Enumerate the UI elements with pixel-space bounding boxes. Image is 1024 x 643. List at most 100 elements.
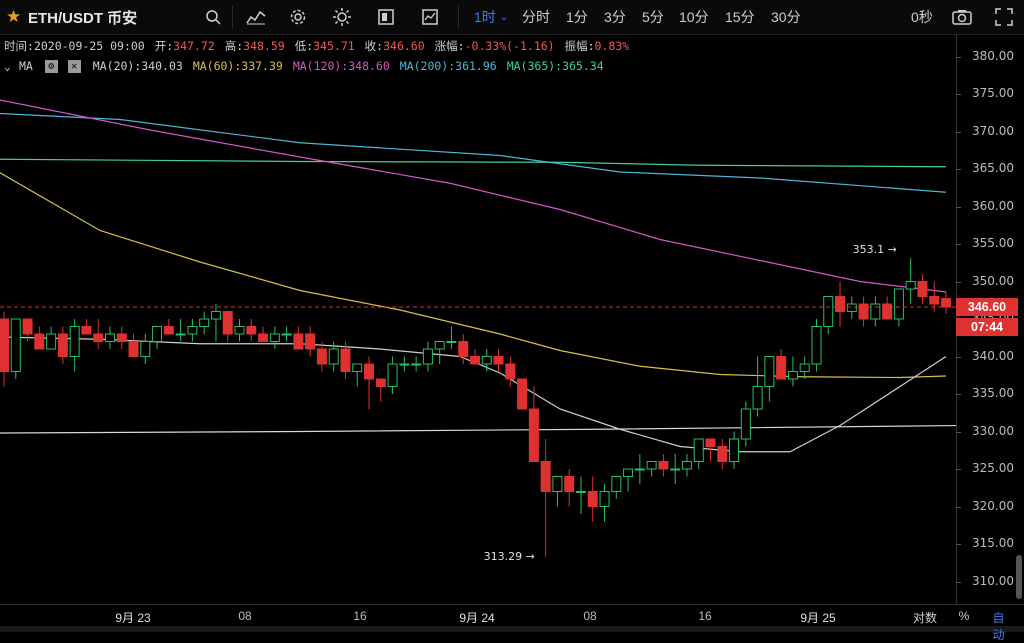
candle-body: [681, 461, 692, 470]
candle-body: [364, 363, 375, 380]
price-axis-tick: 325.00: [972, 461, 1014, 475]
candle-body: [670, 468, 681, 471]
candle-body: [846, 303, 857, 312]
time-axis-tick: 16: [353, 609, 367, 623]
candle-body: [882, 303, 893, 320]
candle-body: [434, 341, 445, 350]
candle-body: [646, 461, 657, 470]
log-scale-toggle[interactable]: 对数: [913, 609, 937, 626]
candle-body: [634, 468, 645, 471]
candle-body: [352, 363, 363, 372]
candle-body: [128, 341, 139, 357]
candle-countdown-tag: 07:44: [956, 318, 1018, 336]
search-icon[interactable]: [205, 0, 221, 34]
interval-3m[interactable]: 3分: [604, 0, 626, 34]
candle-body: [258, 333, 269, 342]
interval-15m[interactable]: 15分: [725, 0, 755, 34]
candle-body: [481, 356, 492, 365]
price-axis-tick: 340.00: [972, 348, 1014, 363]
chart-toolbar: ★ ETH/USDT 币安 1时 ⌄ 分时 1分 3分 5分 10分 15分 30…: [0, 0, 1024, 35]
candle-body: [34, 333, 45, 350]
candle-body: [658, 461, 669, 470]
candle-body: [823, 296, 834, 327]
price-axis-tick: 350.00: [972, 273, 1014, 288]
symbol-selector[interactable]: ETH/USDT 币安: [28, 0, 137, 34]
theme-sun-icon[interactable]: [333, 0, 351, 34]
candle-body: [328, 348, 339, 365]
candle-body: [870, 303, 881, 320]
candle-body: [917, 281, 928, 297]
candle-body: [893, 288, 904, 320]
interval-10m[interactable]: 10分: [679, 0, 709, 34]
percent-scale-toggle[interactable]: %: [959, 609, 970, 623]
candle-body: [422, 348, 433, 365]
candle-body: [46, 333, 57, 350]
fullscreen-icon[interactable]: [995, 0, 1013, 34]
candle-body: [740, 408, 751, 440]
ma-long-flat-line: [0, 424, 956, 434]
candle-body: [458, 341, 469, 357]
candle-body: [787, 371, 798, 380]
price-axis-tick: 355.00: [972, 236, 1014, 250]
interval-time-share[interactable]: 分时: [522, 0, 550, 34]
chart-type-icon[interactable]: [421, 0, 439, 34]
layout-icon[interactable]: [377, 0, 395, 34]
candle-body: [905, 281, 916, 290]
candle-body: [152, 326, 163, 342]
candle-body: [316, 348, 327, 365]
candle-body: [163, 326, 174, 335]
candle-body: [281, 333, 292, 336]
time-axis-tick: 08: [238, 609, 252, 623]
price-axis-tick: 380.00: [972, 48, 1014, 63]
auto-scale-toggle[interactable]: 自动: [993, 609, 1014, 643]
low-annotation: 313.29 →: [483, 549, 535, 563]
candle-body: [941, 298, 951, 308]
interval-1m[interactable]: 1分: [566, 0, 588, 34]
candle-body: [564, 476, 575, 492]
candle-body: [411, 363, 422, 366]
ma200-line: [0, 112, 947, 193]
candle-body: [505, 363, 516, 380]
interval-5m[interactable]: 5分: [642, 0, 664, 34]
candle-body: [776, 356, 787, 380]
favorite-star-icon[interactable]: ★: [6, 0, 21, 34]
candle-body: [69, 326, 80, 357]
price-axis-tick: 360.00: [972, 198, 1014, 213]
settings-gear-icon[interactable]: [289, 0, 307, 34]
candle-body: [340, 348, 351, 372]
candle-body: [104, 333, 115, 342]
price-axis-tick: 330.00: [972, 423, 1014, 438]
candle-body: [0, 318, 9, 372]
camera-icon[interactable]: [952, 0, 972, 34]
candle-body: [623, 468, 634, 477]
candle-body: [799, 363, 810, 372]
candle-body: [717, 446, 728, 462]
candle-body: [517, 378, 528, 410]
countdown-text: 0秒: [911, 9, 933, 25]
candle-body: [199, 318, 210, 327]
time-axis-tick: 9月 24: [459, 611, 495, 625]
candle-body: [811, 326, 822, 365]
candle-body: [57, 333, 68, 357]
price-axis-scroll-thumb[interactable]: [1016, 555, 1022, 599]
candle-body: [140, 341, 151, 357]
candle-body: [187, 326, 198, 335]
candle-body: [752, 386, 763, 410]
candlestick-chart[interactable]: [0, 34, 956, 604]
interval-30m[interactable]: 30分: [771, 0, 801, 34]
candle-body: [470, 356, 480, 365]
candle-body: [611, 476, 622, 492]
candle-body: [764, 356, 775, 387]
indicators-icon[interactable]: [246, 0, 266, 34]
candle-body: [575, 491, 586, 493]
interval-1h[interactable]: 1时 ⌄: [474, 0, 508, 34]
price-axis-tick: 370.00: [972, 123, 1014, 138]
candle-body: [858, 303, 869, 320]
candle-body: [293, 333, 304, 350]
candle-body: [540, 461, 551, 492]
candle-body: [552, 476, 563, 492]
candle-body: [81, 326, 92, 335]
candle-body: [305, 333, 316, 350]
candle-body: [446, 341, 457, 343]
candle-body: [246, 326, 257, 335]
